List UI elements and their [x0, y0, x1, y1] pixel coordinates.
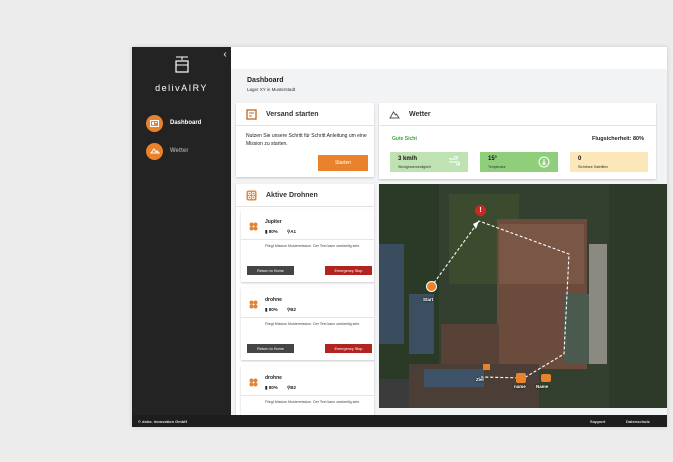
drone-icon [249, 222, 258, 231]
drone-battery: ▮ 80% [265, 385, 278, 391]
temperature-tile: 15° Temperatur [480, 152, 558, 172]
wind-value: 3 km/h [398, 156, 418, 162]
logo[interactable]: delivAIRY [132, 55, 231, 95]
dashboard-icon [146, 114, 163, 132]
drone-logo-icon [175, 56, 189, 73]
satellites-tile: 0 Sichtbare Satelliten [570, 152, 648, 172]
emergency-stop-button[interactable]: Emergency Stop [325, 266, 372, 275]
card-header: Wetter [379, 103, 656, 126]
battery-value: 80% [268, 307, 278, 312]
drone-icon [246, 190, 257, 200]
return-to-home-button[interactable]: Return to Home [247, 344, 294, 353]
start-label: Start [423, 297, 434, 302]
drone-marker-label: Name [536, 384, 549, 389]
battery-icon: ▮ [265, 229, 268, 234]
drone-position: ⚲B2 [287, 385, 296, 391]
thermometer-icon [538, 156, 550, 168]
wind-label: Windgeschwindigkeit [398, 165, 431, 169]
wind-tile: 3 km/h Windgeschwindigkeit [390, 152, 468, 172]
versand-card: Versand starten Nutzen Sie unsere Schrit… [236, 103, 374, 177]
nav-item-dashboard[interactable]: Dashboard [146, 114, 226, 132]
flag-icon[interactable] [483, 364, 490, 370]
versand-description: Nutzen Sie unsere Schritt für Schritt An… [246, 133, 367, 147]
app-window: ‹ delivAIRY Dashboard Wetter Dashboard L… [132, 47, 667, 427]
datenschutz-link[interactable]: Datenschutz [626, 419, 650, 424]
drone-icon [249, 300, 258, 309]
drone-name: drohne [265, 375, 282, 381]
flight-safety: Flugsicherheit: 80% [592, 136, 644, 142]
wind-icon [449, 156, 460, 166]
divider [241, 317, 374, 318]
battery-value: 80% [268, 385, 278, 390]
card-header: Aktive Drohnen [236, 184, 374, 207]
battery-value: 80% [268, 229, 278, 234]
page-subtitle: Lager XY in Musterstadt [247, 87, 296, 92]
card-title: Aktive Drohnen [266, 191, 318, 199]
drone-marker-icon[interactable] [541, 374, 551, 382]
ziel-label: Ziel [476, 377, 484, 382]
mountain-icon [389, 110, 400, 118]
support-link[interactable]: Support [590, 419, 605, 424]
drone-position: ⚲A1 [287, 229, 296, 235]
start-marker-icon[interactable] [426, 281, 437, 292]
drone-description: Fliegt Mission Mustermission. Der Text k… [265, 322, 361, 326]
drone-name: Jupiter [265, 219, 282, 225]
drone-description: Fliegt Mission Mustermission. Der Text k… [265, 244, 361, 248]
drone-item[interactable]: drohne ▮ 80% ⚲B2 Fliegt Mission Mustermi… [241, 366, 374, 415]
divider [241, 395, 374, 396]
drone-item[interactable]: drohne ▮ 80% ⚲B2 Fliegt Mission Mustermi… [241, 288, 374, 360]
drone-item[interactable]: Jupiter ▮ 80% ⚲A1 Fliegt Mission Musterm… [241, 210, 374, 282]
drone-name: drohne [265, 297, 282, 303]
temperature-value: 15° [488, 156, 498, 162]
drone-position: ⚲B2 [287, 307, 296, 313]
satellites-value: 0 [578, 156, 582, 162]
satellite-map[interactable]: ! Start Ziel name Name [379, 184, 667, 408]
drone-icon [249, 378, 258, 387]
copyright: © dobs. innovation GmbH [138, 418, 188, 424]
sidebar: ‹ delivAIRY Dashboard Wetter [132, 47, 231, 415]
satellites-label: Sichtbare Satelliten [578, 165, 609, 169]
package-icon [246, 108, 257, 120]
temperature-label: Temperatur [488, 165, 506, 169]
top-bar [231, 47, 667, 69]
drohnen-card: Aktive Drohnen Jupiter ▮ 80% ⚲A1 Fliegt … [236, 184, 374, 415]
card-title: Versand starten [266, 110, 319, 118]
drone-battery: ▮ 80% [265, 229, 278, 235]
return-to-home-button[interactable]: Return to Home [247, 266, 294, 275]
divider [241, 239, 374, 240]
wetter-card: Wetter Gute Sicht Flugsicherheit: 80% 3 … [379, 103, 656, 179]
warning-marker-icon[interactable]: ! [475, 205, 486, 216]
nav-label: Wetter [170, 148, 189, 154]
logo-text: delivAIRY [155, 83, 208, 93]
starten-button[interactable]: Starten [318, 155, 368, 171]
card-header: Versand starten [236, 103, 374, 126]
weather-status: Gute Sicht [392, 136, 418, 142]
position-value: B2 [290, 385, 297, 390]
emergency-stop-button[interactable]: Emergency Stop [325, 344, 372, 353]
page-title: Dashboard [247, 77, 284, 84]
footer: © dobs. innovation GmbH Support Datensch… [132, 415, 667, 427]
card-title: Wetter [409, 110, 431, 118]
weather-icon [146, 142, 163, 160]
drone-battery: ▮ 80% [265, 307, 278, 313]
battery-icon: ▮ [265, 307, 268, 312]
position-value: A1 [290, 229, 297, 234]
drone-marker-label: name [514, 384, 526, 389]
nav-label: Dashboard [170, 120, 202, 126]
position-value: B2 [290, 307, 297, 312]
drone-description: Fliegt Mission Mustermission. Der Text k… [265, 400, 361, 404]
drone-marker-icon[interactable] [516, 373, 526, 383]
battery-icon: ▮ [265, 385, 268, 390]
nav-item-wetter[interactable]: Wetter [146, 142, 226, 160]
